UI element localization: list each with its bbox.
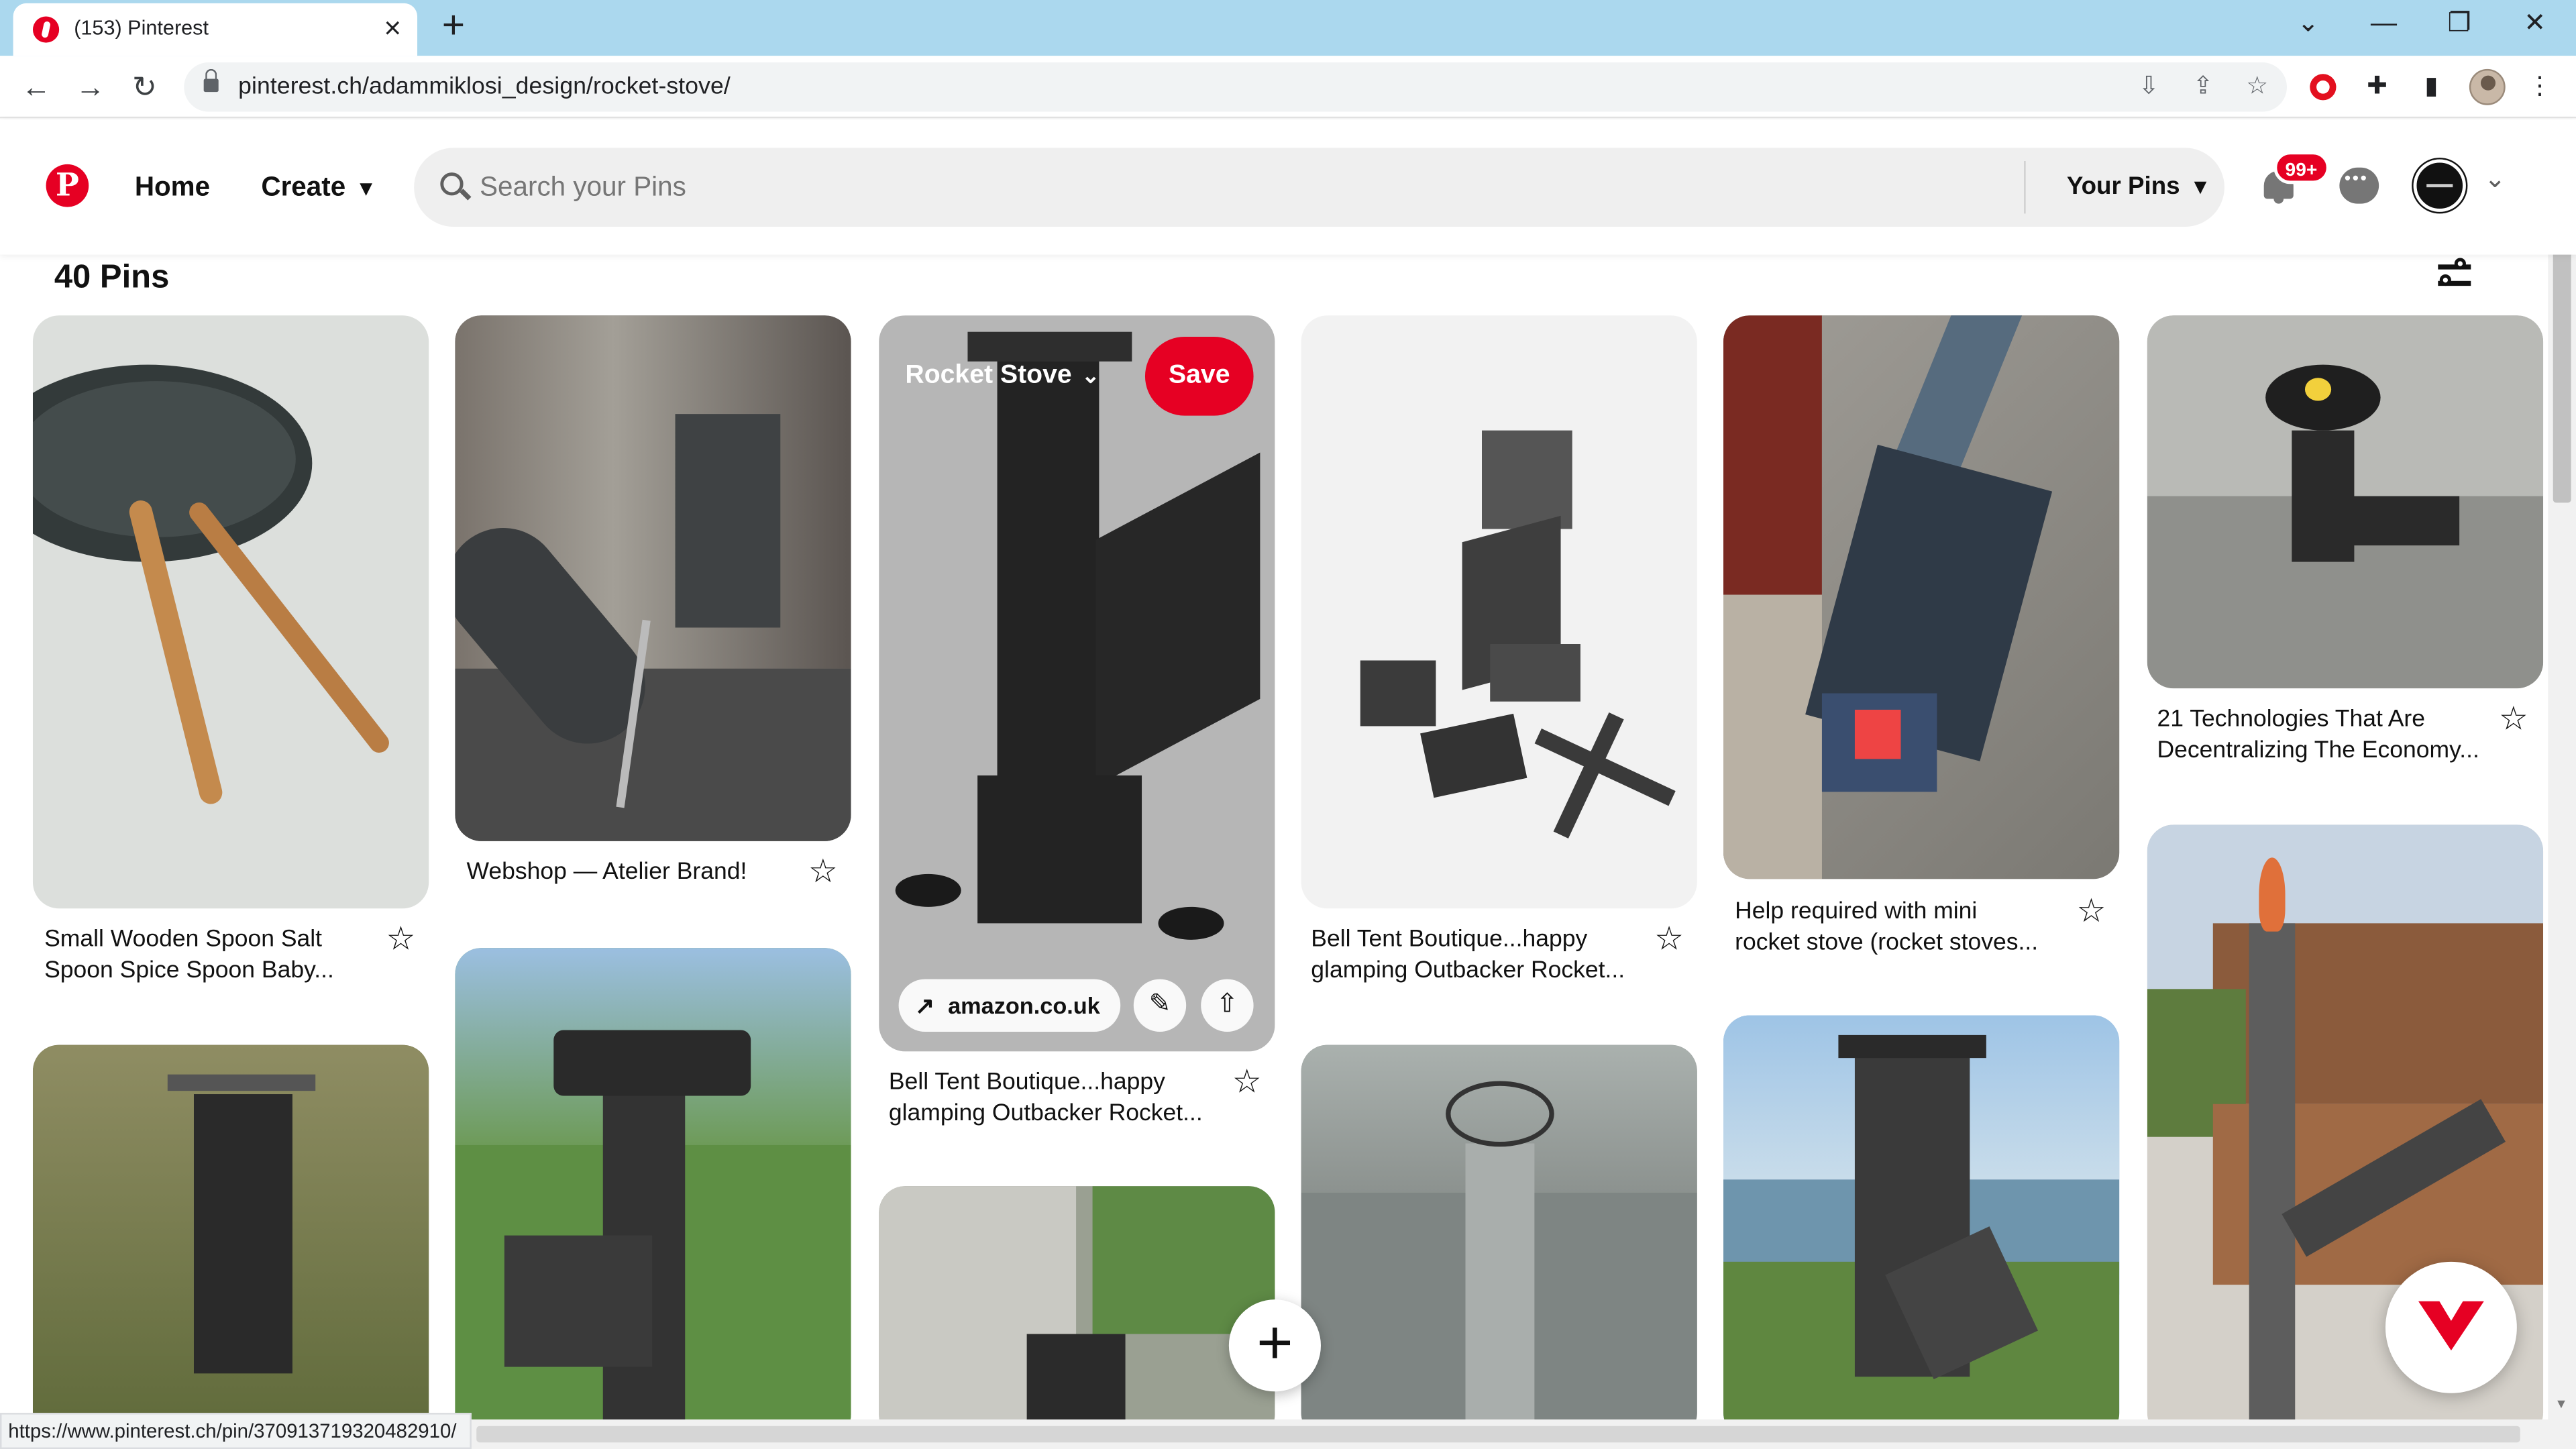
pin-image[interactable] bbox=[455, 315, 851, 841]
your-pins-label: Your Pins bbox=[2066, 172, 2180, 201]
pin-image[interactable] bbox=[2147, 315, 2544, 689]
tab-close-icon[interactable]: × bbox=[374, 10, 411, 46]
opera-extension-icon[interactable] bbox=[2310, 74, 2337, 101]
address-url: pinterest.ch/adammiklosi_design/rocket-s… bbox=[238, 74, 731, 101]
address-bar[interactable]: pinterest.ch/adammiklosi_design/rocket-s… bbox=[184, 62, 2288, 112]
maximize-icon[interactable]: ❐ bbox=[2434, 7, 2483, 43]
pinterest-favicon-icon bbox=[32, 16, 60, 43]
pin-image[interactable] bbox=[1301, 1044, 1697, 1440]
filter-settings-icon[interactable] bbox=[2434, 258, 2474, 292]
star-icon[interactable]: ☆ bbox=[808, 856, 838, 889]
pin-title[interactable]: 21 Technologies That Are Decentralizing … bbox=[2157, 705, 2479, 767]
search-bar[interactable]: Your Pins ▼ bbox=[414, 148, 2224, 227]
add-pin-plus-button[interactable]: + bbox=[1228, 1299, 1321, 1392]
save-button[interactable]: Save bbox=[1144, 337, 1254, 416]
tab-search-icon[interactable]: ⌄ bbox=[2284, 7, 2332, 43]
hover-overlay bbox=[879, 315, 1275, 1052]
scroll-down-icon[interactable]: ▼ bbox=[2555, 1397, 2567, 1411]
install-icon[interactable]: ⇩ bbox=[2133, 70, 2165, 103]
share-upload-icon[interactable]: ⇧ bbox=[1201, 979, 1254, 1032]
user-avatar[interactable] bbox=[2413, 159, 2466, 212]
pin-title-line: Spoon Spice Spoon Baby... bbox=[44, 957, 334, 984]
board-selector-label: Rocket Stove bbox=[905, 361, 1072, 390]
horizontal-scroll-thumb[interactable] bbox=[476, 1426, 2520, 1443]
star-icon[interactable]: ☆ bbox=[2077, 896, 2106, 928]
nav-home[interactable]: Home bbox=[135, 172, 210, 204]
pin-title[interactable]: Small Wooden Spoon Salt Spoon Spice Spoo… bbox=[44, 925, 334, 987]
browser-toolbar: ← → ↻ pinterest.ch/adammiklosi_design/ro… bbox=[0, 56, 2576, 119]
search-divider bbox=[2024, 161, 2026, 214]
status-bar-url: https://www.pinterest.ch/pin/37091371932… bbox=[0, 1413, 472, 1449]
extensions-puzzle-icon[interactable]: ✚ bbox=[2361, 70, 2394, 103]
pin-title-line: glamping Outbacker Rocket... bbox=[888, 1100, 1203, 1128]
pin-title-line: rocket stove (rocket stoves... bbox=[1735, 930, 2039, 957]
pin-title-line: Bell Tent Boutique...happy bbox=[1311, 926, 1588, 953]
tab-title: (153) Pinterest bbox=[74, 16, 209, 40]
pin-title-line: glamping Outbacker Rocket... bbox=[1311, 957, 1625, 984]
close-window-icon[interactable]: ✕ bbox=[2510, 7, 2559, 43]
pin-title-line: 21 Technologies That Are bbox=[2157, 706, 2426, 733]
browser-profile-avatar[interactable] bbox=[2469, 68, 2506, 105]
pin-image[interactable] bbox=[1301, 315, 1697, 909]
chevron-down-icon: ▼ bbox=[2190, 174, 2211, 199]
minimize-icon[interactable]: — bbox=[2359, 7, 2408, 43]
pin-title[interactable]: Bell Tent Boutique...happy glamping Outb… bbox=[889, 1068, 1203, 1130]
your-pins-dropdown[interactable]: Your Pins ▼ bbox=[2067, 172, 2211, 201]
messages-chat-icon[interactable] bbox=[2339, 167, 2379, 204]
pin-title[interactable]: Help required with mini rocket stove (ro… bbox=[1735, 897, 2038, 959]
source-link[interactable]: amazon.co.uk bbox=[898, 979, 1120, 1032]
help-button[interactable] bbox=[2385, 1261, 2517, 1393]
nav-create-label: Create bbox=[261, 172, 346, 203]
browser-tab[interactable]: (153) Pinterest × bbox=[13, 3, 418, 56]
pin-title-line: Bell Tent Boutique...happy bbox=[888, 1069, 1165, 1096]
reload-icon[interactable]: ↻ bbox=[123, 66, 166, 109]
pin-image[interactable] bbox=[1723, 315, 2120, 879]
browser-titlebar: (153) Pinterest × + ⌄ — ❐ ✕ bbox=[0, 0, 2576, 56]
pin-image[interactable] bbox=[455, 948, 851, 1441]
nav-create[interactable]: Create ▼ bbox=[261, 172, 376, 204]
search-icon bbox=[440, 172, 464, 196]
star-icon[interactable]: ☆ bbox=[1654, 923, 1684, 956]
scroll-thumb[interactable] bbox=[2553, 246, 2571, 503]
edit-pencil-icon[interactable]: ✎ bbox=[1133, 979, 1187, 1032]
account-chevron-down-icon[interactable]: ⌄ bbox=[2484, 162, 2506, 195]
notification-badge: 99+ bbox=[2273, 151, 2329, 184]
pin-title[interactable]: Bell Tent Boutique...happy glamping Outb… bbox=[1311, 925, 1625, 987]
star-icon[interactable]: ☆ bbox=[2499, 703, 2528, 736]
new-tab-icon[interactable]: + bbox=[434, 4, 474, 48]
chevron-down-icon: ▼ bbox=[355, 176, 377, 201]
pin-image[interactable] bbox=[32, 315, 429, 909]
star-icon[interactable]: ☆ bbox=[1232, 1066, 1262, 1099]
forward-icon[interactable]: → bbox=[69, 66, 112, 109]
pin-title-line: Help required with mini bbox=[1735, 898, 1978, 925]
side-panel-icon[interactable]: ▮ bbox=[2415, 70, 2448, 103]
search-input[interactable] bbox=[480, 167, 1959, 207]
pinterest-header: P Home Create ▼ Your Pins ▼ ⌄ bbox=[0, 119, 2576, 255]
pinterest-logo-icon[interactable]: P bbox=[46, 164, 89, 207]
pin-title-line: Decentralizing The Economy... bbox=[2157, 737, 2479, 764]
pin-image-hovered[interactable]: Rocket Stove ⌄ Save amazon.co.uk ✎ ⇧ bbox=[879, 315, 1275, 1052]
back-icon[interactable]: ← bbox=[15, 66, 58, 109]
pin-title[interactable]: Webshop — Atelier Brand! bbox=[467, 857, 747, 889]
pin-image[interactable] bbox=[1723, 1015, 2120, 1440]
browser-menu-icon[interactable]: ⋮ bbox=[2524, 70, 2557, 103]
chevron-down-icon: ⌄ bbox=[1081, 363, 1100, 388]
pin-image[interactable] bbox=[32, 1044, 429, 1440]
pinterest-logo-letter: P bbox=[55, 167, 79, 204]
pin-title-line: Small Wooden Spoon Salt bbox=[44, 926, 323, 953]
board-selector[interactable]: Rocket Stove ⌄ bbox=[905, 362, 1099, 391]
lock-icon[interactable] bbox=[203, 68, 219, 93]
bookmark-star-icon[interactable]: ☆ bbox=[2241, 70, 2273, 103]
pin-image[interactable] bbox=[879, 1186, 1275, 1441]
pin-count: 40 Pins bbox=[54, 259, 170, 296]
star-icon[interactable]: ☆ bbox=[386, 923, 416, 956]
share-icon[interactable]: ⇪ bbox=[2187, 70, 2220, 103]
vertical-scrollbar[interactable]: ▲ ▼ bbox=[2548, 246, 2576, 1419]
